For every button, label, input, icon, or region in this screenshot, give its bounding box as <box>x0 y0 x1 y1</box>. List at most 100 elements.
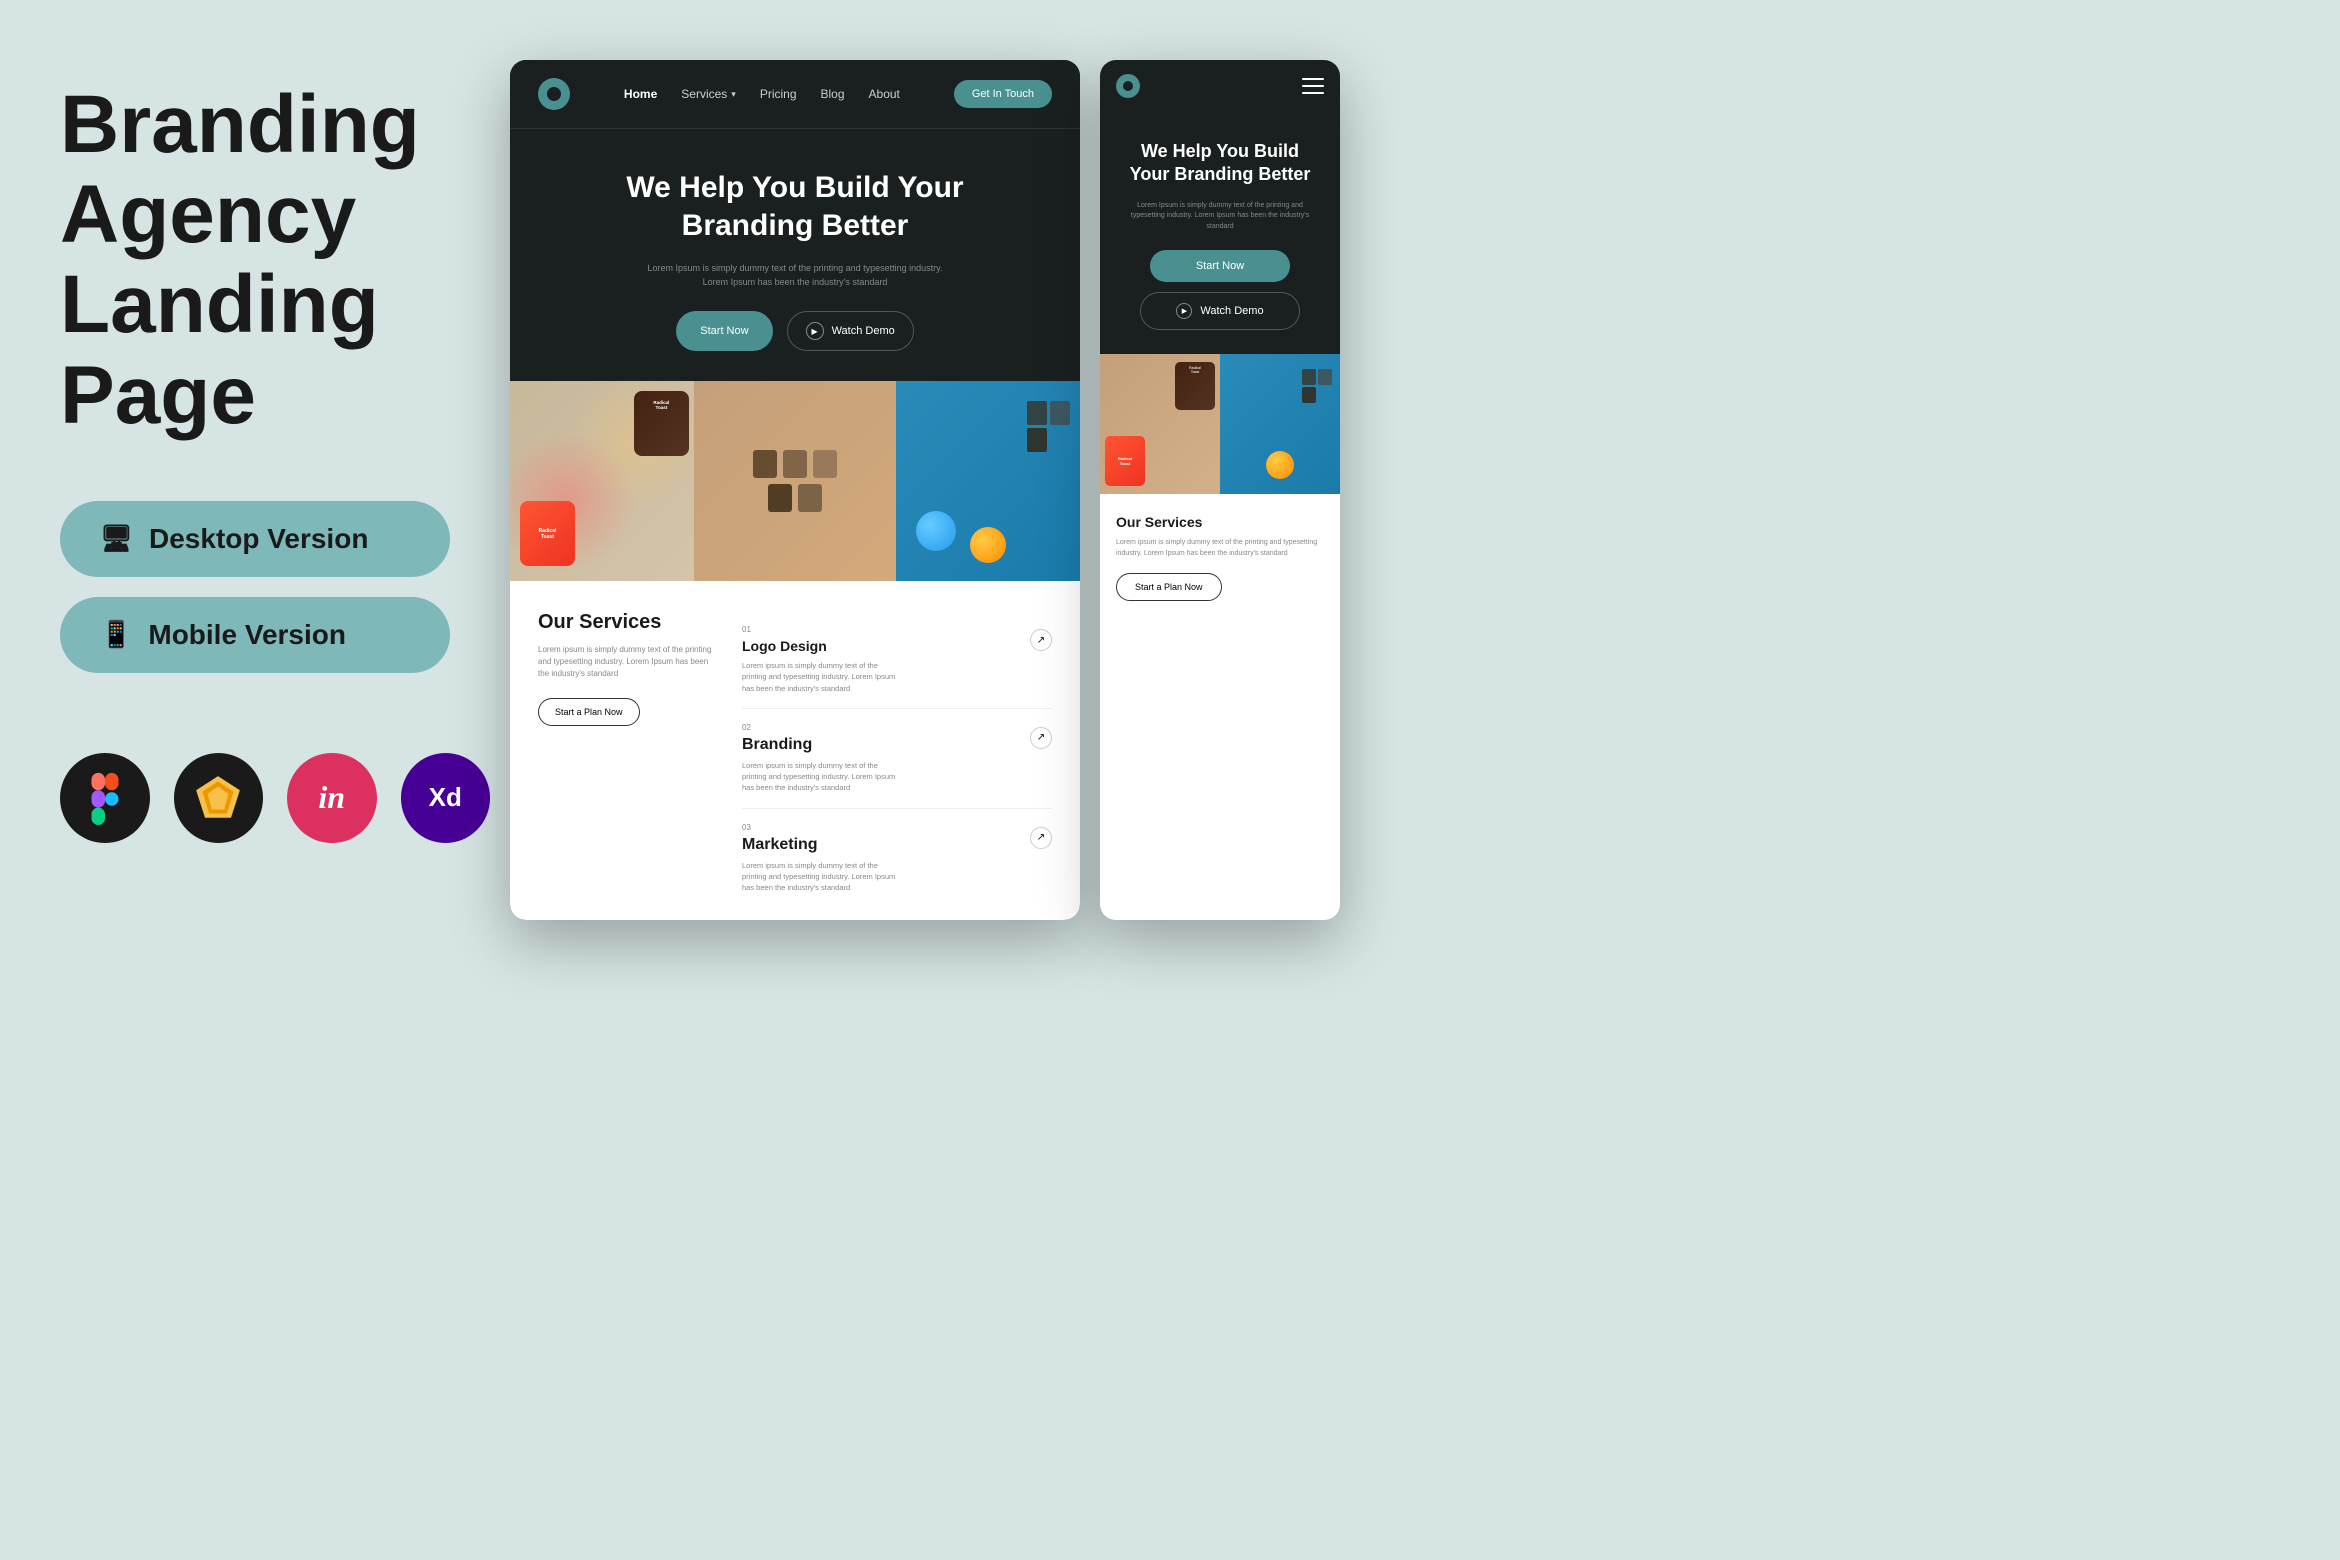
mobile-mockup: We Help You Build Your Branding Better L… <box>1100 60 1340 920</box>
figma-icon <box>60 753 150 843</box>
nav-blog[interactable]: Blog <box>821 87 845 101</box>
service-name: Branding <box>742 736 902 754</box>
mobile-hero-subtitle: Lorem Ipsum is simply dummy text of the … <box>1120 201 1320 233</box>
service-arrow-icon[interactable]: ↗ <box>1030 629 1052 651</box>
box-row <box>1302 369 1332 385</box>
sticker-badge-2: RadicalToast <box>634 391 689 456</box>
service-item-marketing: 03 Marketing Lorem ipsum is simply dummy… <box>742 809 1052 908</box>
right-box <box>1027 401 1047 425</box>
sticker-badge: RadicalToast <box>520 501 575 566</box>
mobile-start-now-button[interactable]: Start Now <box>1150 250 1290 282</box>
service-description: Lorem ipsum is simply dummy text of the … <box>742 760 902 794</box>
service-arrow-icon[interactable]: ↗ <box>1030 827 1052 849</box>
mobile-play-icon: ▶ <box>1176 303 1192 319</box>
mobile-image-right <box>1220 354 1340 494</box>
right-box <box>1050 401 1070 425</box>
hero-image-center <box>694 381 896 581</box>
hamburger-menu-icon[interactable] <box>1302 78 1324 94</box>
service-arrow-icon[interactable]: ↗ <box>1030 727 1052 749</box>
mobile-version-button[interactable]: 📱 Mobile Version <box>60 597 450 673</box>
orange-fruit <box>970 527 1006 563</box>
start-plan-button[interactable]: Start a Plan Now <box>538 698 640 726</box>
box <box>1302 387 1316 403</box>
mobile-sticker: RadicalToast <box>1105 436 1145 486</box>
mobile-start-plan-button[interactable]: Start a Plan Now <box>1116 573 1222 601</box>
nav-logo-inner <box>544 84 564 104</box>
service-description: Lorem ipsum is simply dummy text of the … <box>742 860 902 894</box>
service-details: 01 Logo Design Lorem ipsum is simply dum… <box>742 625 902 694</box>
nav-services-container: Services ▾ <box>681 87 736 101</box>
left-section: Branding Agency Landing Page 🖥 Desktop V… <box>60 80 490 843</box>
mobile-nav-logo <box>1116 74 1140 98</box>
desktop-start-now-button[interactable]: Start Now <box>676 311 772 351</box>
mobile-orange <box>1266 451 1294 479</box>
nav-about[interactable]: About <box>869 87 900 101</box>
services-section-description: Lorem ipsum is simply dummy text of the … <box>538 644 718 680</box>
box <box>1318 369 1332 385</box>
play-icon: ▶ <box>806 322 824 340</box>
adobexd-icon: Xd <box>401 753 491 843</box>
menu-bar-3 <box>1302 92 1324 94</box>
service-item-branding: 02 Branding Lorem ipsum is simply dummy … <box>742 709 1052 809</box>
mobile-services-section: Our Services Lorem ipsum is simply dummy… <box>1100 494 1340 621</box>
desktop-version-button[interactable]: 🖥 Desktop Version <box>60 501 450 577</box>
menu-bar-1 <box>1302 78 1324 80</box>
services-list: 01 Logo Design Lorem ipsum is simply dum… <box>742 611 1052 907</box>
right-box <box>1027 428 1047 452</box>
mobile-watch-demo-button[interactable]: ▶ Watch Demo <box>1140 292 1300 330</box>
hero-image-left: RadicalToast RadicalToast <box>510 381 694 581</box>
version-buttons: 🖥 Desktop Version 📱 Mobile Version <box>60 501 490 673</box>
mobile-services-description: Lorem ipsum is simply dummy text of the … <box>1116 538 1324 559</box>
sketch-icon <box>174 753 264 843</box>
desktop-hero-buttons: Start Now ▶ Watch Demo <box>550 311 1040 351</box>
desktop-hero-title: We Help You Build Your Branding Better <box>550 169 1040 244</box>
service-name: Marketing <box>742 836 902 854</box>
desktop-icon: 🖥 <box>100 523 133 554</box>
service-item-logo-design: 01 Logo Design Lorem ipsum is simply dum… <box>742 611 1052 709</box>
mobile-hero-title: We Help You Build Your Branding Better <box>1120 140 1320 187</box>
desktop-watch-demo-button[interactable]: ▶ Watch Demo <box>787 311 914 351</box>
tool-icons: in Xd <box>60 753 490 843</box>
service-number: 01 <box>742 625 902 634</box>
nav-logo <box>538 78 570 110</box>
box-row <box>1027 401 1070 425</box>
mobile-hero: We Help You Build Your Branding Better L… <box>1100 112 1340 354</box>
services-left: Our Services Lorem ipsum is simply dummy… <box>538 611 718 907</box>
get-in-touch-button[interactable]: Get In Touch <box>954 80 1052 108</box>
product-box <box>813 450 837 478</box>
chevron-down-icon: ▾ <box>731 89 736 100</box>
desktop-hero-images: RadicalToast RadicalToast <box>510 381 1080 581</box>
product-box <box>798 484 822 512</box>
desktop-hero-subtitle: Lorem Ipsum is simply dummy text of the … <box>635 262 955 289</box>
desktop-nav: Home Services ▾ Pricing Blog About Get I… <box>510 60 1080 129</box>
box <box>1302 369 1316 385</box>
product-box <box>768 484 792 512</box>
box-row <box>1302 387 1332 403</box>
mobile-sticker-2: RadicalToast <box>1175 362 1215 410</box>
mobile-hero-images: RadicalToast RadicalToast <box>1100 354 1340 494</box>
blue-sphere <box>916 511 956 551</box>
services-layout: Our Services Lorem ipsum is simply dummy… <box>538 611 1052 907</box>
nav-home[interactable]: Home <box>624 87 657 101</box>
menu-bar-2 <box>1302 85 1324 87</box>
service-description: Lorem ipsum is simply dummy text of the … <box>742 660 902 694</box>
service-number: 03 <box>742 823 902 832</box>
invision-icon: in <box>287 753 377 843</box>
desktop-mockup: Home Services ▾ Pricing Blog About Get I… <box>510 60 1080 920</box>
mobile-logo-inner <box>1121 79 1135 93</box>
nav-pricing[interactable]: Pricing <box>760 87 797 101</box>
mobile-icon: 📱 <box>100 619 132 650</box>
desktop-services-section: Our Services Lorem ipsum is simply dummy… <box>510 581 1080 920</box>
product-box <box>783 450 807 478</box>
nav-links: Home Services ▾ Pricing Blog About <box>624 87 900 101</box>
mobile-services-title: Our Services <box>1116 514 1324 530</box>
nav-services[interactable]: Services <box>681 87 727 101</box>
box-row-1 <box>753 450 837 478</box>
product-boxes <box>694 381 896 581</box>
box-row-2 <box>768 484 822 512</box>
page-title: Branding Agency Landing Page <box>60 80 490 441</box>
product-box <box>753 450 777 478</box>
services-section-title: Our Services <box>538 611 718 634</box>
desktop-hero: We Help You Build Your Branding Better L… <box>510 129 1080 381</box>
box-row <box>1027 428 1070 452</box>
